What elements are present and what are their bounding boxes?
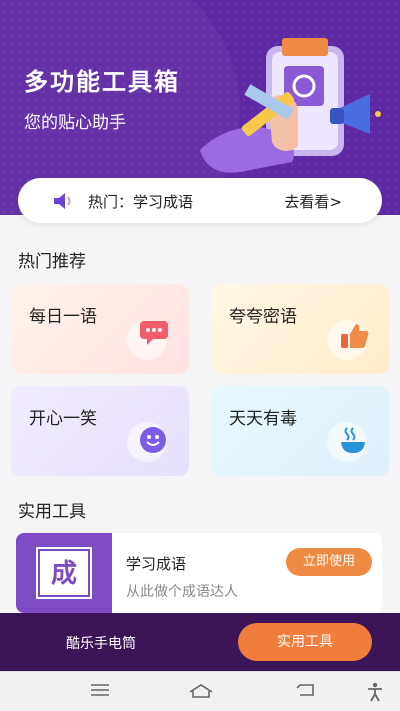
tool-item-idiom[interactable]: 成 学习成语 从此做个成语达人 立即使用 <box>16 533 382 613</box>
section-title-tools: 实用工具 <box>18 502 86 522</box>
notice-more-link[interactable]: 去看看> <box>284 191 342 212</box>
card-label: 天天有毒 <box>229 409 297 429</box>
section-title-hot: 热门推荐 <box>18 252 86 272</box>
back-icon[interactable] <box>296 682 316 698</box>
card-praise[interactable]: 夸夸密语 <box>211 284 389 374</box>
chat-bubble-icon <box>140 321 168 345</box>
steaming-cup-icon <box>341 427 365 453</box>
card-label: 夸夸密语 <box>229 307 297 327</box>
system-nav-bar <box>0 671 400 711</box>
use-now-button[interactable]: 立即使用 <box>286 548 372 576</box>
smiley-icon <box>140 427 166 453</box>
tab-tools[interactable]: 实用工具 <box>238 623 372 661</box>
card-label: 开心一笑 <box>29 409 97 429</box>
tool-name: 学习成语 <box>126 555 187 573</box>
idiom-glyph-icon: 成 <box>36 547 92 599</box>
home-icon[interactable] <box>188 682 214 700</box>
tab-flashlight[interactable]: 酷乐手电筒 <box>66 633 136 653</box>
menu-icon[interactable] <box>90 682 110 698</box>
hero-subtitle: 您的贴心助手 <box>24 113 126 133</box>
hand-toolbox-illustration-icon <box>200 38 381 173</box>
accessibility-icon[interactable] <box>366 682 384 702</box>
card-daily-quote[interactable]: 每日一语 <box>11 284 189 374</box>
card-label: 每日一语 <box>29 307 97 327</box>
speaker-icon <box>54 193 71 209</box>
bottom-tab-bar: 酷乐手电筒 实用工具 <box>0 613 400 671</box>
tool-thumbnail: 成 <box>16 533 112 613</box>
tool-description: 从此做个成语达人 <box>126 584 238 600</box>
notice-text: 热门：学习成语 <box>88 193 194 211</box>
hot-notice-bar[interactable]: 热门：学习成语 去看看> <box>18 178 382 223</box>
card-joke[interactable]: 开心一笑 <box>11 386 189 476</box>
thumbs-up-icon <box>341 324 369 348</box>
card-daily-poison[interactable]: 天天有毒 <box>211 386 389 476</box>
hero-title: 多功能工具箱 <box>24 68 180 96</box>
